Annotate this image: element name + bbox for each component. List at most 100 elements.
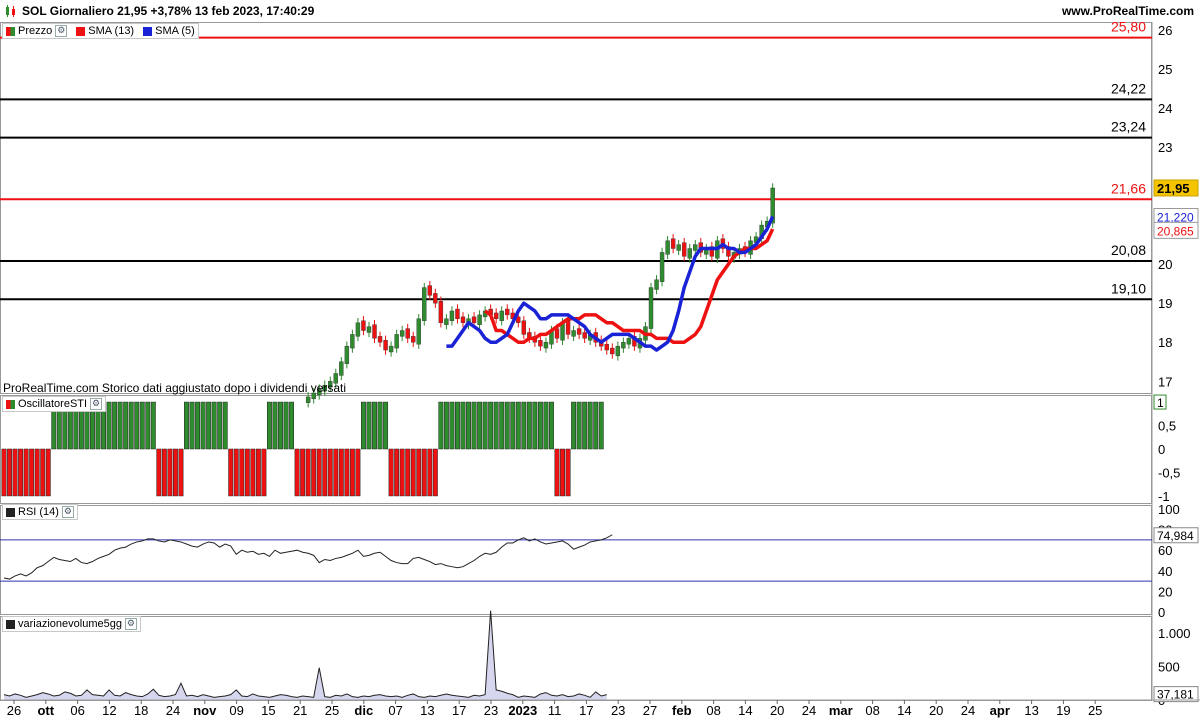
candle-body (339, 361, 344, 376)
sti-bar (272, 401, 278, 450)
sti-bar (582, 401, 588, 450)
sti-bar (167, 448, 173, 497)
sti-bar (510, 401, 516, 450)
candle-body (687, 248, 692, 259)
x-tick-label: 18 (134, 703, 148, 718)
sti-bar (150, 401, 156, 450)
legend-volume-label: variazionevolume5gg (18, 618, 122, 630)
candle-body (433, 293, 438, 304)
sti-bar (593, 401, 599, 450)
legend-price[interactable]: Prezzo ⚙ SMA (13) SMA (5) (2, 23, 199, 39)
sti-bar (338, 448, 344, 497)
sti-bar (228, 448, 234, 497)
x-tick-label: 15 (261, 703, 275, 718)
sti-bar (18, 448, 24, 497)
panel-frame-price (0, 22, 1152, 394)
sti-bar (394, 448, 400, 497)
chart-area[interactable]: 2625242322212019181725,8024,2223,2421,66… (0, 0, 1200, 720)
legend-volume[interactable]: variazionevolume5gg ⚙ (2, 616, 141, 632)
panel-frame-vol (0, 616, 1152, 701)
level-label: 23,24 (1111, 119, 1146, 135)
candle-body (621, 342, 626, 349)
candle-body (670, 238, 676, 249)
candle-body (372, 324, 377, 339)
x-tick-label: 07 (388, 703, 402, 718)
sti-bar (184, 401, 189, 450)
sti-bar (355, 448, 361, 497)
x-tick-label: 25 (325, 703, 339, 718)
sti-bar (266, 401, 272, 450)
sti-bar (576, 401, 582, 450)
sti-bar (178, 448, 184, 497)
sti-bar (432, 448, 438, 497)
sti-bar (233, 448, 239, 497)
sma13-swatch-icon (76, 26, 86, 36)
legend-price-label: Prezzo (18, 25, 53, 37)
sti-bar (410, 448, 416, 497)
price-tick-label: 26 (1158, 23, 1172, 38)
wrench-icon[interactable]: ⚙ (55, 25, 68, 37)
candle-body (610, 347, 615, 355)
sti-bar (40, 448, 46, 497)
sti-bar (250, 448, 256, 497)
sti-bar (1, 448, 7, 497)
sti-bar (327, 448, 333, 497)
sti-bar (217, 401, 223, 450)
wrench-icon[interactable]: ⚙ (61, 506, 74, 518)
value-tag-label: 20,865 (1157, 224, 1194, 238)
sti-bar (200, 401, 206, 450)
x-tick-label: 17 (579, 703, 593, 718)
x-tick-label: 14 (897, 703, 911, 718)
wrench-icon[interactable]: ⚙ (90, 398, 103, 410)
sti-bar (438, 401, 444, 450)
sti-bar (244, 448, 250, 497)
sti-bar (106, 401, 112, 450)
rsi-swatch-icon (6, 507, 15, 517)
x-tick-label: 20 (770, 703, 784, 718)
sti-tick-label: 1 (1157, 396, 1164, 410)
candle-body (565, 320, 571, 335)
sti-bar (560, 448, 565, 497)
sti-bar (471, 401, 477, 450)
sti-bar (145, 401, 151, 450)
candle-body (350, 334, 355, 349)
sti-bar (443, 401, 449, 450)
sti-bar (134, 401, 140, 450)
wrench-icon[interactable]: ⚙ (124, 618, 137, 630)
x-tick-label: ott (37, 703, 54, 718)
price-tick-label: 24 (1158, 101, 1172, 116)
sti-bar (521, 401, 527, 450)
x-tick-label: 08 (706, 703, 720, 718)
candle-body (626, 338, 632, 345)
candle-body (422, 287, 427, 321)
candle-body (676, 244, 681, 251)
sti-bar (283, 401, 289, 450)
x-tick-label: 20 (929, 703, 943, 718)
sti-tick-label: 0,5 (1158, 419, 1176, 434)
sti-bar (532, 401, 538, 450)
x-tick-label: 27 (643, 703, 657, 718)
sti-bar (399, 448, 405, 497)
sti-bar (29, 448, 35, 497)
volume-tick-label: 500 (1158, 659, 1180, 674)
candle-body (377, 336, 383, 343)
sti-bar (388, 448, 394, 497)
sti-bar (112, 401, 118, 450)
sti-bar (300, 448, 306, 497)
sti-bar (123, 401, 129, 450)
sti-bar (571, 401, 577, 450)
x-tick-label: 24 (961, 703, 975, 718)
legend-rsi[interactable]: RSI (14) ⚙ (2, 504, 78, 520)
candle-body (416, 318, 421, 345)
sma13-line (484, 228, 775, 344)
sti-bar (416, 448, 422, 497)
candle-body (460, 316, 466, 323)
sti-bar (172, 448, 178, 497)
sti-tick-label: 0 (1158, 442, 1165, 457)
x-tick-label: 08 (865, 703, 879, 718)
candle-body (394, 334, 399, 349)
candle-body (388, 345, 394, 353)
sti-bar (460, 401, 466, 450)
legend-sti[interactable]: OscillatoreSTI ⚙ (2, 396, 107, 412)
price-tick-label: 17 (1158, 374, 1172, 389)
